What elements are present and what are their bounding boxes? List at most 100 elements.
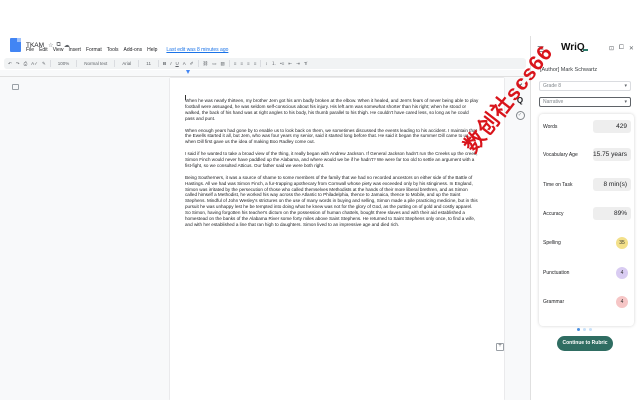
bulleted-list-icon[interactable]: •≡: [280, 61, 284, 66]
justify-icon[interactable]: ≡: [254, 61, 257, 66]
metric-label: Time on Task: [543, 182, 573, 188]
clear-format-icon[interactable]: T̸: [304, 61, 307, 66]
align-left-icon[interactable]: ≡: [234, 61, 237, 66]
document-body[interactable]: When he was nearly thirteen, my brother …: [185, 98, 479, 234]
indent-more-icon[interactable]: ⇥: [296, 61, 300, 67]
menu-tools[interactable]: Tools: [107, 47, 119, 53]
expand-icon[interactable]: ⧠: [619, 45, 624, 52]
check-circle-icon[interactable]: ✓: [515, 111, 525, 120]
paragraph[interactable]: I said if he wanted to take a broad view…: [185, 151, 479, 169]
genre-select[interactable]: Narrative ▾: [539, 97, 631, 107]
menu-addons[interactable]: Add-ons: [123, 47, 142, 53]
undo-icon[interactable]: ↶: [8, 61, 12, 67]
font-select[interactable]: Arial: [119, 61, 134, 66]
print-icon[interactable]: ⎙: [24, 61, 28, 66]
docs-header: TKAM ☆ ⧉ ☁ File Edit View Insert Format …: [0, 0, 530, 58]
metric-value: 15.75 years: [593, 148, 631, 161]
toolbar-divider: [157, 60, 159, 67]
metric-value: 89%: [593, 207, 631, 220]
highlight-icon[interactable]: ✐: [190, 61, 194, 67]
toolbar-divider: [49, 60, 51, 67]
genre-placeholder: Narrative: [543, 99, 564, 105]
metric-vocabulary-age: Vocabulary Age 15.75 years: [543, 147, 631, 163]
menu-help[interactable]: Help: [147, 47, 157, 53]
issue-spelling[interactable]: Spelling 35: [543, 235, 631, 251]
document-page[interactable]: When he was nearly thirteen, my brother …: [170, 78, 504, 400]
format-toolbar: ↶ ↷ ⎙ A✓ ✎ 100% Normal text Arial 11 B I…: [4, 58, 526, 69]
issue-count-badge[interactable]: 4: [616, 267, 628, 279]
issue-label: Punctuation: [543, 270, 570, 276]
indent-less-icon[interactable]: ⇤: [288, 61, 292, 67]
toolbar-divider: [76, 60, 78, 67]
line-spacing-icon[interactable]: ↕: [265, 61, 267, 66]
page-dot[interactable]: [577, 328, 580, 331]
zoom-select[interactable]: 100%: [55, 61, 73, 66]
toolbar-divider: [138, 60, 140, 67]
brand-logo: WriQ: [561, 42, 588, 53]
underline-icon[interactable]: U: [175, 61, 178, 66]
outline-icon[interactable]: [12, 84, 19, 90]
ruler[interactable]: [0, 70, 530, 77]
explore-plus-icon[interactable]: +: [496, 343, 504, 351]
paragraph[interactable]: Being Southerners, it was a source of sh…: [185, 175, 479, 228]
metric-time-on-task: Time on Task 8 min(s): [543, 177, 631, 193]
brand-mark: [582, 49, 588, 51]
pagination-dots: [577, 328, 592, 331]
issue-count-badge[interactable]: 4: [616, 296, 628, 308]
menu-format[interactable]: Format: [86, 47, 102, 53]
writq-panel: ☰ WriQ ⊡ ⧠ ✕ [Author] Mark Schwartz Grad…: [530, 36, 640, 400]
paint-format-icon[interactable]: ✎: [42, 61, 46, 67]
text-cursor: [185, 95, 186, 100]
grade-placeholder: Grade 8: [543, 83, 562, 89]
metric-label: Vocabulary Age: [543, 152, 578, 158]
toolbar-divider: [260, 60, 262, 67]
text-color-icon[interactable]: A: [183, 61, 186, 66]
spellcheck-icon[interactable]: A✓: [31, 61, 38, 67]
metric-label: Accuracy: [543, 211, 564, 217]
numbered-list-icon[interactable]: ⒈: [272, 61, 277, 67]
issue-grammar[interactable]: Grammar 4: [543, 294, 631, 310]
issue-punctuation[interactable]: Punctuation 4: [543, 265, 631, 281]
docs-logo-icon[interactable]: [10, 38, 21, 52]
page-dot[interactable]: [583, 328, 586, 331]
align-center-icon[interactable]: ≡: [240, 61, 243, 66]
metric-words: Words 429: [543, 119, 631, 135]
side-strip: [512, 77, 530, 400]
continue-to-rubric-button[interactable]: Continue to Rubric: [557, 336, 613, 351]
metric-accuracy: Accuracy 89%: [543, 206, 631, 222]
indent-marker[interactable]: [186, 70, 190, 74]
issue-count-badge[interactable]: 35: [616, 237, 628, 249]
italic-icon[interactable]: I: [170, 61, 171, 66]
toolbar-divider: [197, 60, 199, 67]
menu-bar: File Edit View Insert Format Tools Add-o…: [26, 47, 228, 53]
chevron-down-icon: ▾: [624, 83, 627, 89]
menu-insert[interactable]: Insert: [68, 47, 81, 53]
lock-icon[interactable]: ⊡: [609, 45, 614, 52]
menu-view[interactable]: View: [53, 47, 64, 53]
metric-value: 429: [593, 120, 631, 133]
comment-icon[interactable]: ▭: [212, 61, 216, 67]
paragraph[interactable]: When enough years had gone by to enable …: [185, 128, 479, 146]
grade-select[interactable]: Grade 8 ▾: [539, 81, 631, 91]
style-select[interactable]: Normal text: [81, 61, 110, 66]
page-dot[interactable]: [589, 328, 592, 331]
metrics-card: Words 429 Vocabulary Age 15.75 years Tim…: [539, 114, 634, 326]
menu-file[interactable]: File: [26, 47, 34, 53]
toolbar-divider: [228, 60, 230, 67]
redo-icon[interactable]: ↷: [16, 61, 20, 67]
metric-label: Words: [543, 124, 558, 130]
image-icon[interactable]: ▨: [221, 61, 225, 67]
panel-header-icons: ⊡ ⧠ ✕: [609, 45, 634, 52]
panel-close-icon[interactable]: ✕: [629, 45, 634, 52]
menu-edit[interactable]: Edit: [39, 47, 48, 53]
issue-label: Grammar: [543, 299, 565, 305]
last-edit-link[interactable]: Last edit was 8 minutes ago: [166, 47, 228, 53]
issue-label: Spelling: [543, 240, 561, 246]
link-icon[interactable]: ⛓: [203, 61, 209, 67]
align-right-icon[interactable]: ≡: [247, 61, 250, 66]
bold-icon[interactable]: B: [163, 61, 166, 66]
chevron-down-icon: ▾: [624, 99, 627, 105]
metric-value: 8 min(s): [593, 178, 631, 191]
paragraph[interactable]: When he was nearly thirteen, my brother …: [185, 98, 479, 122]
font-size-select[interactable]: 11: [143, 61, 154, 66]
